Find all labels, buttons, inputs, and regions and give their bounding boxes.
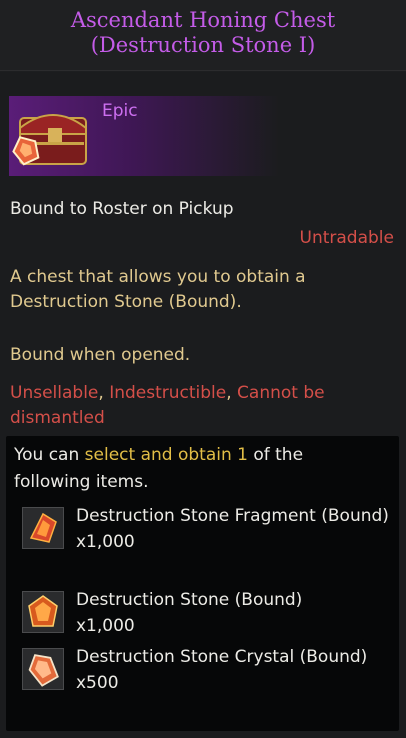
destruction-stone-icon (22, 591, 64, 633)
reward-quantity: x1,000 (76, 616, 135, 636)
bind-status: Bound to Roster on Pickup (10, 199, 234, 219)
item-title-subtitle: (Destruction Stone I) (90, 33, 316, 57)
item-title: Ascendant Honing Chest (70, 8, 336, 32)
item-description: A chest that allows you to obtain a Dest… (10, 267, 306, 312)
reward-name: Destruction Stone (Bound) x1,000 (76, 590, 303, 636)
bound-note: Bound when opened. (10, 345, 191, 365)
item-flags: Unsellable, Indestructible, Cannot be di… (10, 381, 390, 431)
flag-separator: , (226, 383, 238, 403)
flag-separator: , (98, 383, 110, 403)
stone-fragment-icon (22, 507, 64, 549)
tooltip-header: Ascendant Honing Chest (Destruction Ston… (0, 0, 406, 71)
reward-quantity: x500 (76, 673, 119, 693)
item-grade: Epic (102, 101, 138, 121)
reward-quantity: x1,000 (76, 532, 135, 552)
flag-unsellable: Unsellable (10, 383, 99, 403)
selection-highlight: select and obtain 1 (84, 445, 248, 465)
selection-prefix: You can (14, 445, 85, 465)
treasure-chest-icon (10, 98, 94, 176)
trade-status: Untradable (299, 228, 394, 248)
stone-crystal-icon (22, 648, 64, 690)
reward-name: Destruction Stone Fragment (Bound) x1,000 (76, 506, 389, 552)
flag-indestructible: Indestructible (109, 383, 227, 403)
reward-name: Destruction Stone Crystal (Bound) x500 (76, 647, 368, 693)
selection-instructions: You can select and obtain 1 of the follo… (14, 442, 384, 496)
